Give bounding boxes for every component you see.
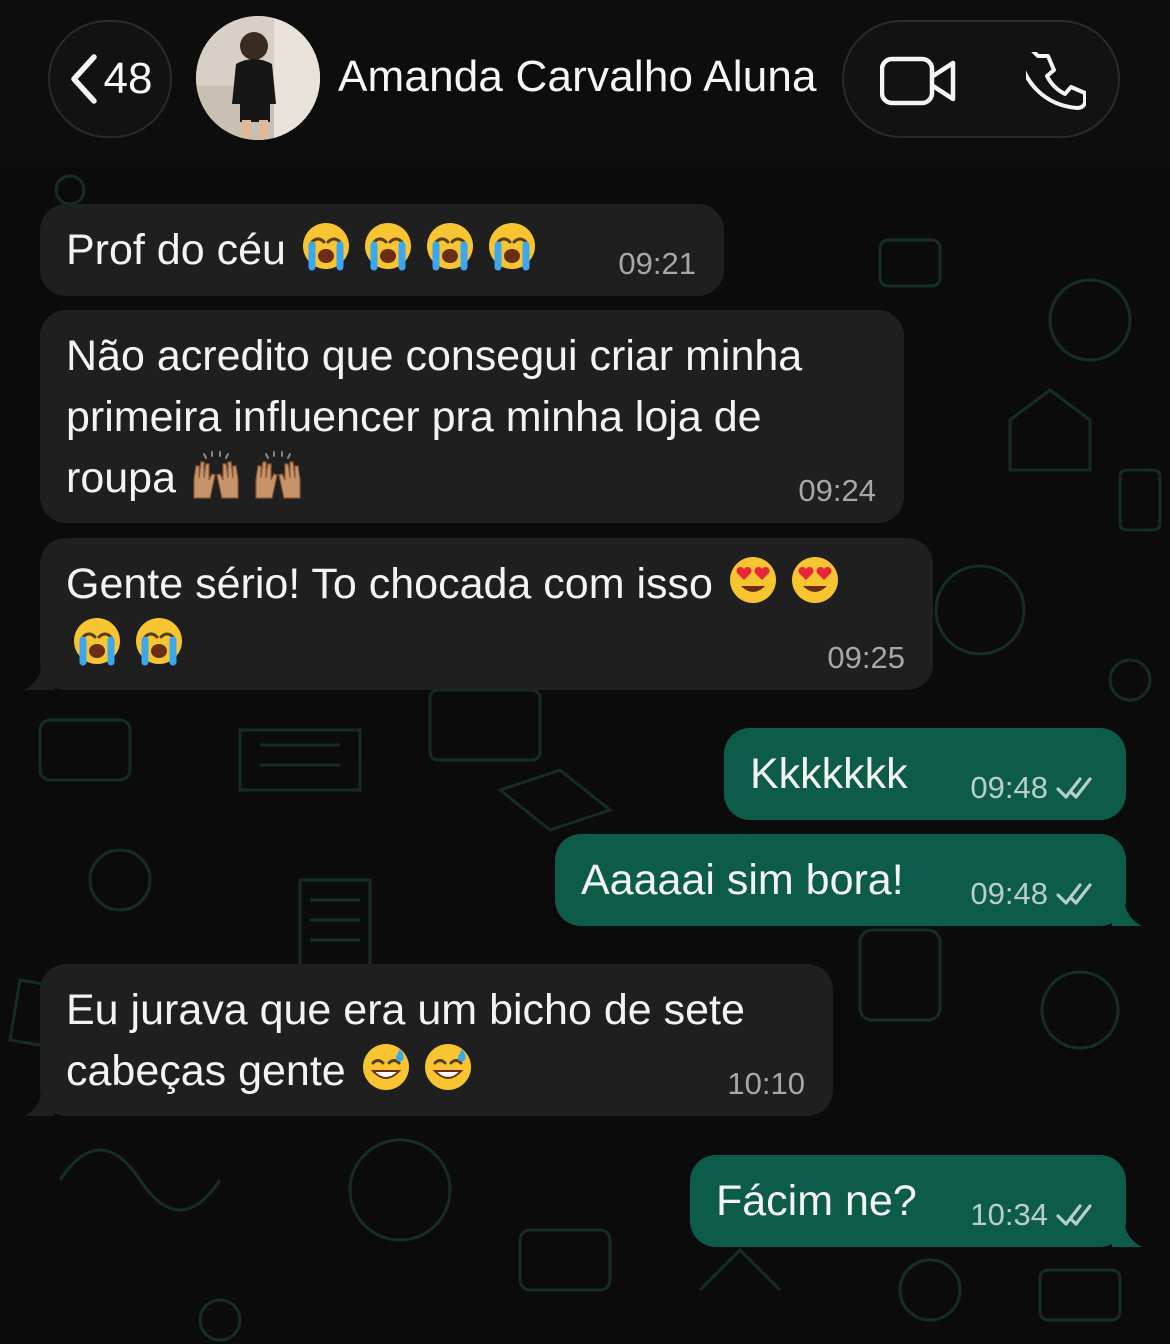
loudly-crying-face-icon — [486, 220, 538, 272]
message-timestamp: 09:48 — [970, 770, 1098, 806]
call-actions — [842, 20, 1120, 138]
loudly-crying-face-icon — [424, 220, 476, 272]
bubble-tail — [1112, 900, 1142, 926]
message-bubble-outgoing[interactable]: Aaaaai sim bora! 09:48 — [555, 834, 1142, 926]
message-text: Gente sério! To chocada com isso — [66, 554, 907, 676]
message-bubble-incoming[interactable]: Gente sério! To chocada com isso 09:25 — [24, 538, 933, 690]
chat-header: 48 Amanda Carvalho Aluna — [0, 0, 1170, 168]
message-timestamp: 09:24 — [798, 473, 876, 508]
raising-hands-icon — [190, 448, 242, 500]
message-bubble-outgoing[interactable]: Kkkkkkk 09:48 — [724, 728, 1126, 820]
video-call-icon[interactable] — [880, 56, 956, 106]
grinning-sweat-face-icon — [422, 1041, 474, 1093]
message-bubble-outgoing[interactable]: Fácim ne? 10:34 — [690, 1155, 1142, 1247]
message-bubble-incoming[interactable]: Não acredito que consegui criar minha pr… — [40, 310, 904, 523]
loudly-crying-face-icon — [300, 220, 352, 272]
message-timestamp: 09:48 — [970, 876, 1098, 912]
message-timestamp: 09:21 — [618, 246, 696, 281]
message-timestamp: 10:10 — [727, 1066, 805, 1101]
read-receipt-icon — [1056, 777, 1092, 799]
message-text: Não acredito que consegui criar minha pr… — [66, 332, 803, 502]
bubble-tail — [24, 664, 54, 690]
message-bubble-incoming[interactable]: Eu jurava que era um bicho de sete cabeç… — [24, 964, 833, 1116]
loudly-crying-face-icon — [71, 615, 123, 667]
message-bubble-incoming[interactable]: Prof do céu 09:21 — [40, 204, 724, 296]
heart-eyes-face-icon — [727, 554, 779, 606]
grinning-sweat-face-icon — [360, 1041, 412, 1093]
unread-count: 48 — [103, 54, 153, 103]
read-receipt-icon — [1056, 1204, 1092, 1226]
raising-hands-icon — [252, 448, 304, 500]
chevron-left-icon — [70, 54, 97, 104]
loudly-crying-face-icon — [362, 220, 414, 272]
message-text: Eu jurava que era um bicho de sete cabeç… — [66, 986, 745, 1095]
contact-avatar[interactable] — [196, 16, 320, 140]
loudly-crying-face-icon — [133, 615, 185, 667]
back-button[interactable]: 48 — [48, 20, 172, 138]
heart-eyes-face-icon — [789, 554, 841, 606]
phone-call-icon[interactable] — [1026, 52, 1086, 110]
message-timestamp: 09:25 — [827, 640, 905, 675]
bubble-tail — [1112, 1221, 1142, 1247]
message-timestamp: 10:34 — [970, 1197, 1098, 1233]
contact-name[interactable]: Amanda Carvalho Aluna — [338, 52, 817, 102]
read-receipt-icon — [1056, 883, 1092, 905]
bubble-tail — [24, 1090, 54, 1116]
message-text: Prof do céu — [66, 220, 698, 281]
